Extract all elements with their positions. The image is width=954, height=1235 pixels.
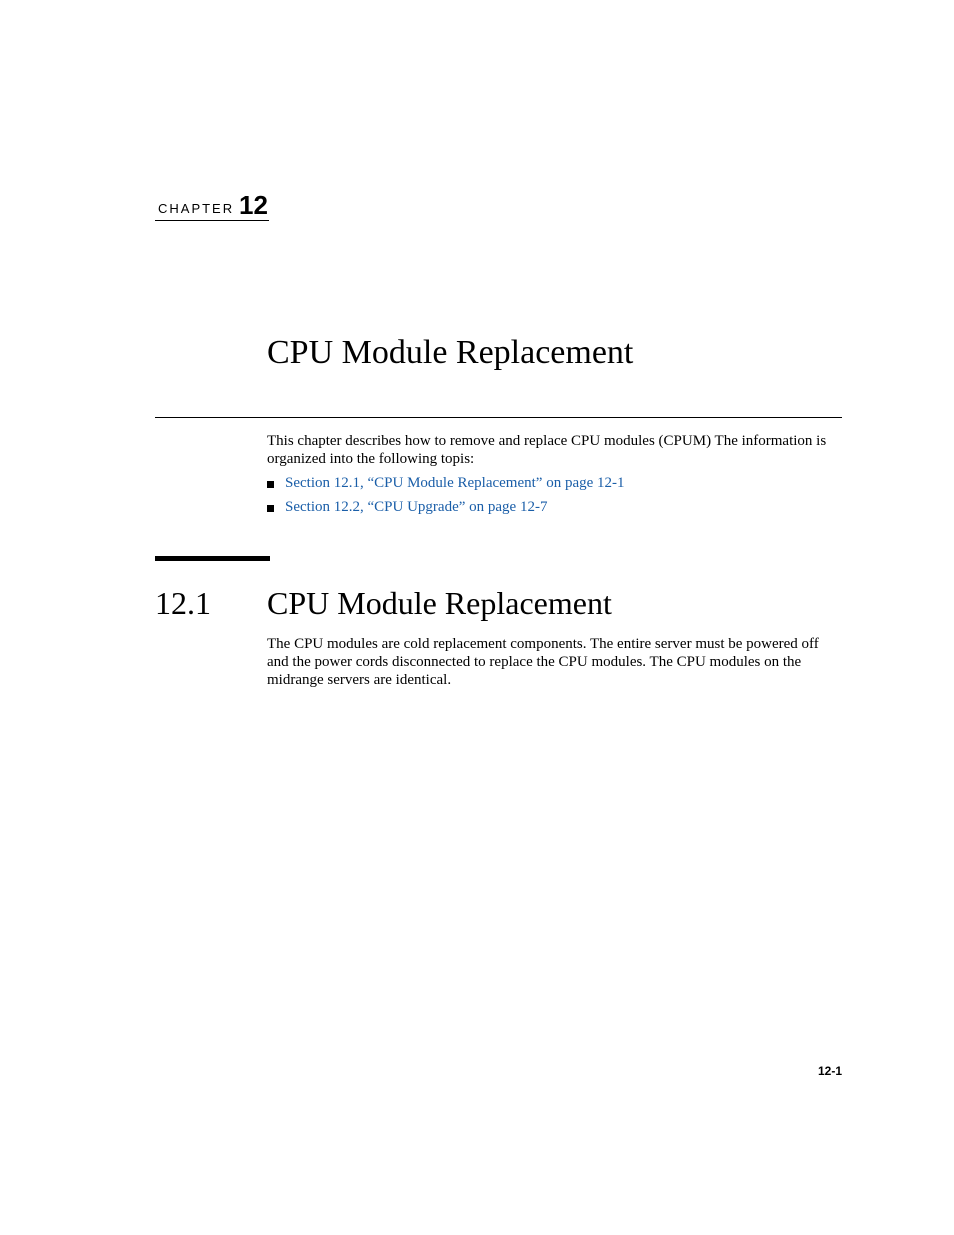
topic-link-section-12-2[interactable]: Section 12.2, “CPU Upgrade” on page 12-7 bbox=[285, 498, 547, 516]
intro-paragraph: This chapter describes how to remove and… bbox=[267, 433, 827, 467]
topic-list-item: Section 12.1, “CPU Module Replacement” o… bbox=[267, 474, 625, 498]
chapter-word: CHAPTER bbox=[158, 201, 235, 216]
square-bullet-icon bbox=[267, 505, 274, 512]
section-title: CPU Module Replacement bbox=[267, 585, 612, 621]
section-number: 12.1 bbox=[155, 585, 211, 621]
topic-list-item: Section 12.2, “CPU Upgrade” on page 12-7 bbox=[267, 498, 625, 522]
chapter-number: 12 bbox=[239, 190, 268, 220]
title-divider bbox=[155, 417, 842, 418]
page-number: 12-1 bbox=[817, 1064, 842, 1078]
topic-list: Section 12.1, “CPU Module Replacement” o… bbox=[267, 474, 625, 522]
section-body: The CPU modules are cold replacement com… bbox=[267, 636, 819, 688]
topic-link-section-12-1[interactable]: Section 12.1, “CPU Module Replacement” o… bbox=[285, 474, 625, 492]
chapter-title: CPU Module Replacement bbox=[267, 334, 634, 371]
chapter-label: CHAPTER 12 bbox=[155, 192, 269, 221]
section-heading-bar bbox=[155, 556, 270, 561]
square-bullet-icon bbox=[267, 481, 274, 488]
